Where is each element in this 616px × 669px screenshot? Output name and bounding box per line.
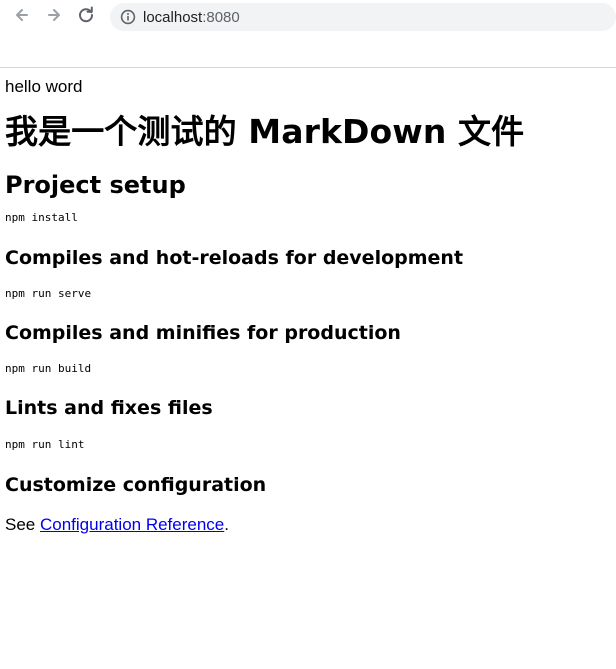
browser-divider xyxy=(0,67,616,68)
production-heading: Compiles and minifies for production xyxy=(5,322,401,344)
arrow-left-icon xyxy=(12,5,32,29)
lint-command: npm run lint xyxy=(5,438,85,451)
browser-toolbar: localhost:8080 xyxy=(0,0,616,34)
reload-icon xyxy=(76,5,96,29)
reload-button[interactable] xyxy=(70,1,102,33)
sentence-period: . xyxy=(224,515,229,534)
back-button[interactable] xyxy=(6,1,38,33)
page-title: 我是一个测试的 MarkDown 文件 xyxy=(5,112,525,151)
address-port: :8080 xyxy=(202,8,240,26)
project-setup-heading: Project setup xyxy=(5,171,186,199)
info-icon[interactable] xyxy=(120,9,136,25)
customize-heading: Customize configuration xyxy=(5,474,267,496)
build-command: npm run build xyxy=(5,362,92,375)
forward-button[interactable] xyxy=(38,1,70,33)
install-command: npm install xyxy=(5,211,78,224)
markdown-page: hello word 我是一个测试的 MarkDown 文件 Project s… xyxy=(0,77,616,535)
lint-heading: Lints and fixes files xyxy=(5,397,213,419)
development-heading: Compiles and hot-reloads for development xyxy=(5,247,464,269)
serve-command: npm run serve xyxy=(5,287,92,300)
address-bar[interactable]: localhost:8080 xyxy=(110,3,616,31)
configuration-paragraph: See Configuration Reference. xyxy=(5,515,611,535)
address-host: localhost xyxy=(143,8,203,26)
arrow-right-icon xyxy=(44,5,64,29)
hello-text: hello word xyxy=(5,77,83,96)
configuration-reference-link[interactable]: Configuration Reference xyxy=(40,515,224,534)
see-text: See xyxy=(5,515,40,534)
